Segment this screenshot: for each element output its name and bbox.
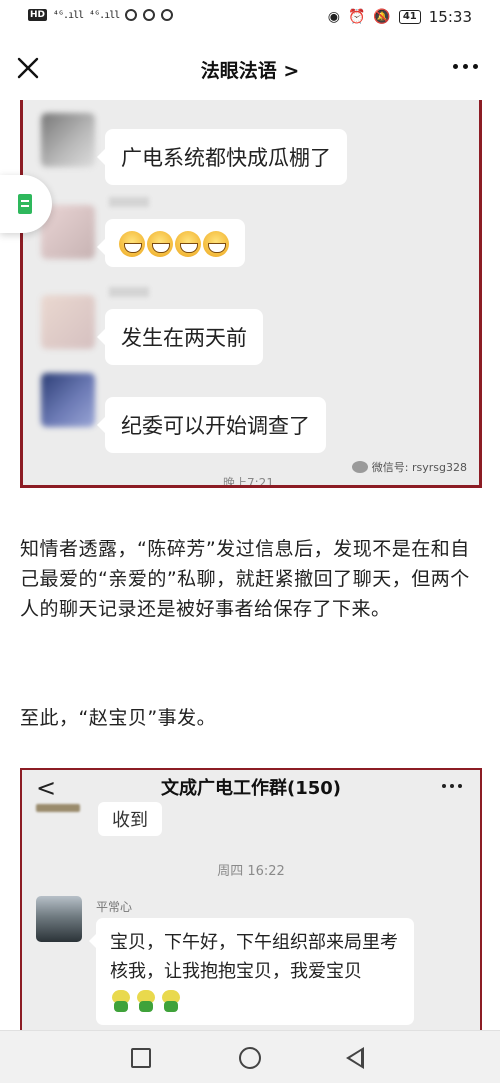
message-bubble: 发生在两天前 — [97, 309, 263, 365]
frog-emoji-icon — [135, 990, 157, 1012]
more-icon — [442, 784, 462, 788]
sender-name-blurred — [109, 287, 149, 297]
app-notification-icon — [161, 9, 174, 21]
document-icon — [18, 194, 32, 214]
frog-emoji-icon — [110, 990, 132, 1012]
status-bar: HD ⁴ᴳ.ıll ⁴ᴳ.ıll ◉ ⏰ 🔕 41 15:33 — [0, 0, 500, 36]
app-notification-icon — [143, 9, 156, 21]
watermark-text: 微信号: rsyrsg328 — [371, 461, 467, 474]
chat-message: 纪委可以开始调查了 — [23, 365, 479, 457]
recents-button[interactable] — [131, 1048, 151, 1068]
status-left: HD ⁴ᴳ.ıll ⁴ᴳ.ıll — [28, 9, 174, 21]
chat-timestamp: 周四 16:22 — [217, 864, 285, 879]
page-title[interactable]: 法眼法语 > — [0, 56, 500, 83]
avatar — [36, 804, 80, 812]
signal-1-icon: ⁴ᴳ.ıll — [53, 9, 84, 21]
eye-icon: ◉ — [327, 9, 340, 25]
message-text: 宝贝，下午好，下午组织部来局里考核我，让我抱抱宝贝，我爱宝贝 — [110, 932, 398, 982]
article-body[interactable]: 广电系统都快成瓜棚了 发生在两天前 纪委可以开始调查了 微信号: rsyrsg3… — [0, 100, 500, 1030]
paragraph: 知情者透露，“陈碎芳”发过信息后，发现不是在和自己最爱的“亲爱的”私聊，就赶紧撤… — [20, 538, 470, 620]
more-icon[interactable] — [453, 64, 478, 69]
sender-name-blurred — [109, 197, 149, 207]
avatar — [41, 295, 95, 349]
system-nav-bar — [0, 1030, 500, 1083]
signal-2-icon: ⁴ᴳ.ıll — [89, 9, 120, 21]
chat-screenshot-2: < 文成广电工作群(150) 收到 周四 16:22 平常心 宝贝，下午好，下午… — [20, 768, 482, 1030]
grin-emoji-icon — [175, 231, 201, 257]
battery-indicator: 41 — [398, 10, 421, 24]
status-right: ◉ ⏰ 🔕 41 15:33 — [328, 8, 472, 26]
avatar — [36, 896, 82, 942]
message-bubble: 纪委可以开始调查了 — [97, 397, 326, 453]
back-button[interactable] — [346, 1047, 364, 1069]
status-time: 15:33 — [428, 8, 472, 26]
message-bubble: 宝贝，下午好，下午组织部来局里考核我，让我抱抱宝贝，我爱宝贝 — [89, 918, 414, 1025]
top-bar: 法眼法语 > — [0, 36, 500, 100]
app-notification-icon — [125, 9, 138, 21]
message-bubble-emoji — [97, 219, 245, 267]
avatar — [41, 113, 95, 167]
chat-title: 文成广电工作群(150) — [160, 778, 342, 799]
hd-badge: HD — [28, 9, 48, 21]
chat-screenshot-1: 广电系统都快成瓜棚了 发生在两天前 纪委可以开始调查了 微信号: rsyrsg3… — [20, 100, 482, 488]
wechat-icon — [351, 461, 368, 473]
paragraph: 至此，“赵宝贝”事发。 — [20, 707, 217, 729]
frog-emoji-icon — [160, 990, 182, 1012]
mute-icon: 🔕 — [373, 9, 391, 25]
home-button[interactable] — [239, 1047, 261, 1069]
watermark: 微信号: rsyrsg328 — [351, 459, 467, 475]
chat-message — [23, 197, 479, 289]
grin-emoji-icon — [203, 231, 229, 257]
timestamp-cut: 晚上7:21 — [223, 476, 274, 488]
message-bubble: 收到 — [98, 802, 162, 836]
sender-name: 平常心 — [96, 900, 133, 914]
message-bubble: 广电系统都快成瓜棚了 — [97, 129, 347, 185]
grin-emoji-icon — [147, 231, 173, 257]
chat-message: 广电系统都快成瓜棚了 — [23, 105, 479, 197]
grin-emoji-icon — [119, 231, 145, 257]
avatar — [41, 373, 95, 427]
chat-header: < 文成广电工作群(150) — [22, 770, 480, 804]
alarm-icon: ⏰ — [347, 9, 366, 25]
